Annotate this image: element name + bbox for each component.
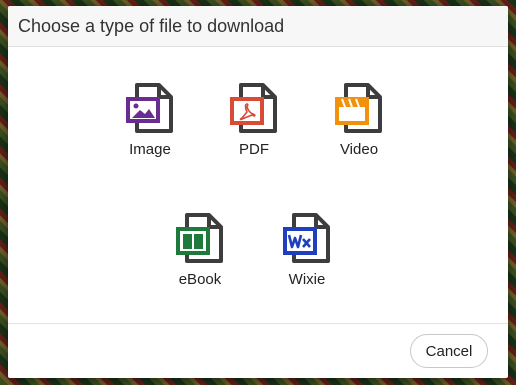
file-option-label: eBook	[178, 271, 222, 288]
dialog-footer: Cancel	[8, 324, 508, 378]
file-type-grid: Image PDF Video eBook Wixie	[8, 47, 508, 324]
file-option-label: Video	[339, 141, 379, 158]
file-option-video[interactable]: Video	[309, 79, 409, 179]
file-option-label: Wixie	[288, 271, 326, 288]
download-dialog: Choose a type of file to download Image	[8, 6, 508, 378]
ebook-file-icon	[171, 209, 229, 267]
file-option-ebook[interactable]: eBook	[150, 209, 250, 309]
file-option-pdf[interactable]: PDF	[204, 79, 304, 179]
dialog-title: Choose a type of file to download	[18, 15, 285, 36]
wixie-file-icon	[278, 209, 336, 267]
dialog-header: Choose a type of file to download	[8, 6, 508, 47]
file-option-label: PDF	[239, 141, 269, 158]
cancel-button[interactable]: Cancel	[410, 334, 488, 368]
file-option-label: Image	[129, 141, 171, 158]
pdf-file-icon	[225, 79, 283, 137]
video-file-icon	[330, 79, 388, 137]
image-file-icon	[121, 79, 179, 137]
file-option-wixie[interactable]: Wixie	[257, 209, 357, 309]
file-option-image[interactable]: Image	[100, 79, 200, 179]
